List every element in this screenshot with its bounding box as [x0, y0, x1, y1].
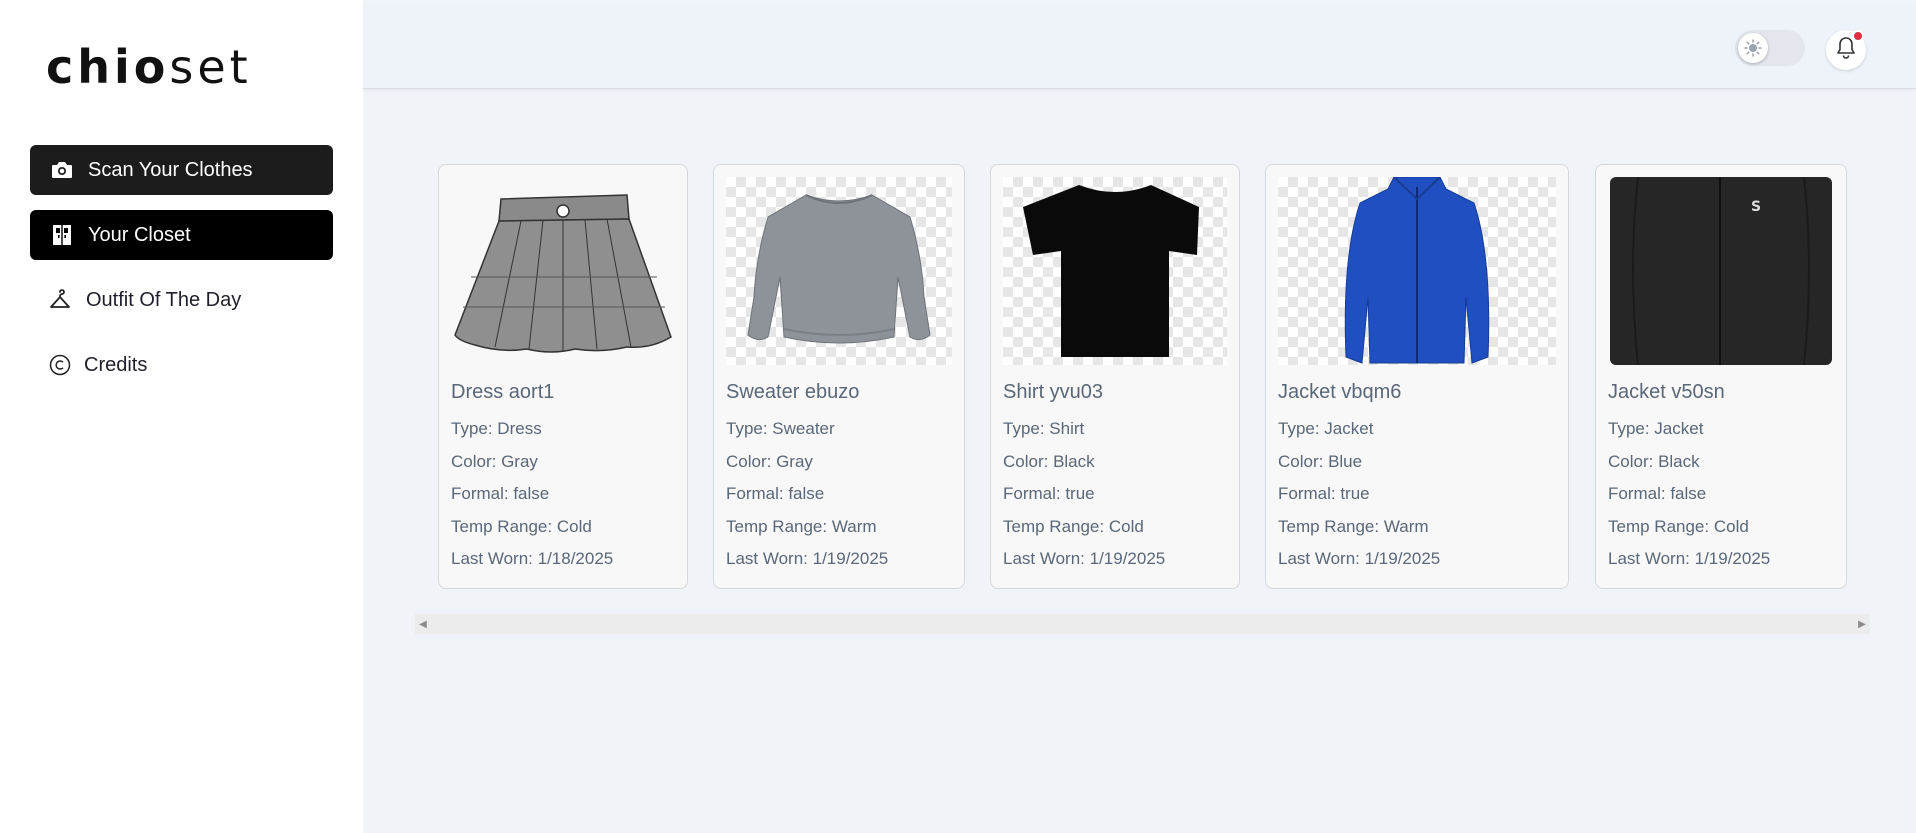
item-formal: Formal: true — [1278, 484, 1370, 503]
item-type: Type: Shirt — [1003, 419, 1085, 438]
notifications-button[interactable] — [1826, 30, 1866, 70]
item-last-worn: Last Worn: 1/18/2025 — [451, 549, 614, 568]
closet-horizontal-scrollbar[interactable]: ◀ ▶ — [415, 614, 1870, 634]
item-temp-range: Temp Range: Cold — [451, 517, 592, 536]
closet-item-card[interactable]: Shirt yvu03 Type: Shirt Color: Black For… — [990, 164, 1240, 589]
item-name: Sweater ebuzo — [726, 381, 860, 403]
nav-label: Outfit Of The Day — [86, 288, 242, 311]
item-formal: Formal: false — [726, 484, 825, 503]
sun-icon — [1738, 33, 1768, 63]
item-name: Shirt yvu03 — [1003, 381, 1104, 403]
black-tshirt-image — [1003, 177, 1227, 365]
item-color: Color: Gray — [451, 452, 538, 471]
nav-scan-your-clothes[interactable]: Scan Your Clothes — [30, 145, 333, 195]
item-type: Type: Dress — [451, 419, 542, 438]
closet-icon — [50, 223, 74, 247]
item-formal: Formal: false — [451, 484, 550, 503]
top-header — [363, 5, 1916, 89]
triangle-right-icon[interactable]: ▶ — [1854, 614, 1870, 634]
black-softshell-jacket-image: S — [1608, 177, 1834, 365]
item-temp-range: Temp Range: Warm — [726, 517, 877, 536]
nav-your-closet[interactable]: Your Closet — [30, 210, 333, 260]
item-type: Type: Sweater — [726, 419, 835, 438]
item-last-worn: Last Worn: 1/19/2025 — [1608, 549, 1771, 568]
item-temp-range: Temp Range: Warm — [1278, 517, 1429, 536]
camera-icon — [50, 158, 74, 182]
sidebar: chioset Scan Your Clothes Your Closet Ou… — [0, 0, 363, 833]
nav-label: Your Closet — [88, 223, 191, 246]
item-name: Dress aort1 — [451, 381, 555, 403]
notification-badge — [1852, 30, 1864, 42]
main-content: Dress aort1 Type: Dress Color: Gray Form… — [363, 0, 1916, 833]
gray-pleated-skirt-image — [451, 177, 677, 365]
hanger-icon — [48, 288, 72, 312]
item-last-worn: Last Worn: 1/19/2025 — [1003, 549, 1166, 568]
theme-toggle[interactable] — [1735, 30, 1805, 66]
item-type: Type: Jacket — [1608, 419, 1704, 438]
closet-item-card[interactable]: Dress aort1 Type: Dress Color: Gray Form… — [438, 164, 688, 589]
item-formal: Formal: false — [1608, 484, 1707, 503]
closet-item-card[interactable]: Sweater ebuzo Type: Sweater Color: Gray … — [713, 164, 965, 589]
svg-text:S: S — [1751, 199, 1761, 215]
item-color: Color: Black — [1608, 452, 1700, 471]
nav-label: Credits — [84, 353, 148, 376]
item-color: Color: Black — [1003, 452, 1095, 471]
nav-outfit-of-the-day[interactable]: Outfit Of The Day — [30, 275, 333, 325]
item-last-worn: Last Worn: 1/19/2025 — [726, 549, 889, 568]
copyright-icon — [48, 353, 72, 377]
blue-fleece-jacket-image — [1278, 177, 1556, 365]
item-temp-range: Temp Range: Cold — [1003, 517, 1144, 536]
app-logo[interactable]: chioset — [46, 40, 252, 94]
gray-sweater-image — [726, 177, 952, 365]
item-color: Color: Gray — [726, 452, 813, 471]
item-name: Jacket vbqm6 — [1278, 381, 1402, 403]
item-type: Type: Jacket — [1278, 419, 1374, 438]
triangle-left-icon[interactable]: ◀ — [415, 614, 431, 634]
closet-item-card[interactable]: Jacket vbqm6 Type: Jacket Color: Blue Fo… — [1265, 164, 1569, 589]
item-name: Jacket v50sn — [1608, 381, 1725, 403]
item-color: Color: Blue — [1278, 452, 1363, 471]
nav-label: Scan Your Clothes — [88, 158, 253, 181]
logo-light-text: set — [169, 40, 252, 94]
closet-item-card[interactable]: S Jacket v50sn Type: Jacket Color: Black… — [1595, 164, 1847, 589]
item-last-worn: Last Worn: 1/19/2025 — [1278, 549, 1441, 568]
nav-credits[interactable]: Credits — [30, 340, 333, 390]
item-temp-range: Temp Range: Cold — [1608, 517, 1749, 536]
logo-bold-text: chio — [46, 40, 170, 94]
item-formal: Formal: true — [1003, 484, 1095, 503]
